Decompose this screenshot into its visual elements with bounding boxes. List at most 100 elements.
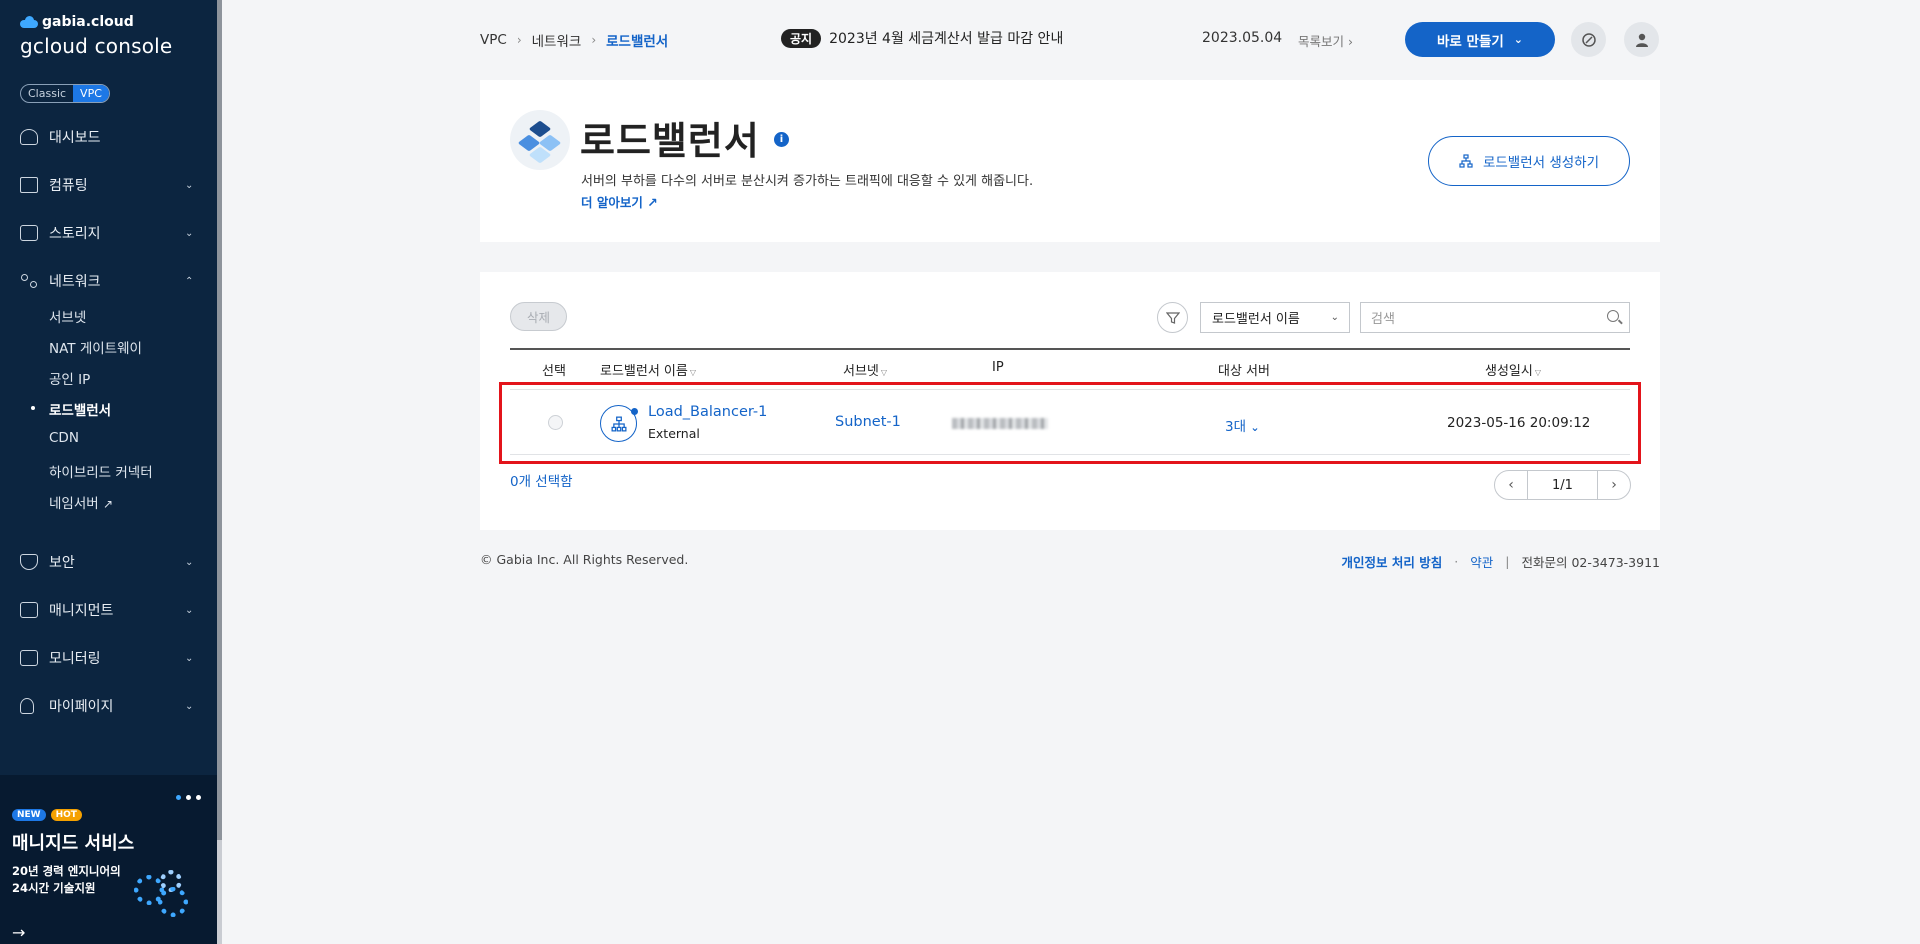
separator-bar: |	[1505, 554, 1510, 569]
env-vpc[interactable]: VPC	[73, 85, 109, 102]
quick-create-button[interactable]: 바로 만들기 ⌄	[1405, 22, 1555, 57]
sidebar-item-dashboard[interactable]: 대시보드	[0, 122, 217, 152]
breadcrumb-network[interactable]: 네트워크	[532, 30, 582, 50]
sidebar-item-label: 보안	[49, 555, 75, 571]
sidebar-item-label: 매니지먼트	[49, 603, 114, 619]
th-targets: 대상 서버	[1218, 364, 1270, 379]
search-field-value: 로드밸런서 이름	[1212, 312, 1300, 327]
copyright: © Gabia Inc. All Rights Reserved.	[480, 552, 689, 567]
notice-date: 2023.05.04	[1202, 30, 1283, 46]
search-icon[interactable]	[1607, 310, 1619, 322]
list-card: 삭제 로드밸런서 이름 ⌄ 검색 선택 로드밸런서 이름 ▽ 서브넷 ▽ IP 대상…	[480, 272, 1660, 530]
carousel-dot[interactable]	[186, 795, 191, 800]
create-load-balancer-button[interactable]: 로드밸런서 생성하기	[1428, 136, 1630, 186]
sidebar-sub-nat-gateway[interactable]: NAT 게이트웨이	[49, 337, 142, 357]
sidebar-sub-cdn[interactable]: CDN	[49, 430, 79, 446]
title-card: 로드밸런서 i 서버의 부하를 다수의 서버로 분산시켜 증가하는 트래픽에 대…	[480, 80, 1660, 242]
env-toggle[interactable]: Classic VPC	[20, 84, 110, 103]
dashboard-icon	[20, 129, 38, 145]
management-icon	[20, 602, 38, 618]
privacy-policy-link[interactable]: 개인정보 처리 방침	[1342, 552, 1443, 571]
shield-icon	[20, 554, 38, 570]
learn-more-link[interactable]: 더 알아보기 ↗	[581, 192, 658, 211]
sidebar-item-label: 마이페이지	[49, 699, 114, 715]
next-page-button[interactable]: ›	[1597, 470, 1631, 500]
brand-small: gabia.cloud	[42, 14, 134, 30]
banner-subtitle: 20년 경력 엔지니어의 24시간 기술지원	[12, 864, 121, 895]
hierarchy-icon	[1459, 154, 1473, 168]
sidebar-item-label: 네임서버	[49, 496, 99, 512]
page-indicator: 1/1	[1528, 470, 1597, 500]
hot-badge: HOT	[50, 809, 82, 821]
sidebar-item-label: 컴퓨팅	[49, 178, 88, 194]
carousel-dots[interactable]	[176, 795, 201, 800]
breadcrumb-current: 로드밸런서	[606, 34, 669, 50]
chevron-down-icon: ⌄	[185, 700, 194, 712]
search-placeholder: 검색	[1371, 312, 1395, 327]
separator-dot: ·	[1454, 554, 1459, 569]
carousel-dot[interactable]	[196, 795, 201, 800]
sidebar-item-label: 대시보드	[49, 130, 101, 146]
new-badge: NEW	[12, 809, 46, 821]
breadcrumb: VPC › 네트워크 › 로드밸런서	[480, 30, 668, 50]
sidebar-item-mypage[interactable]: 마이페이지 ⌄	[0, 691, 217, 721]
chevron-right-icon: ›	[1348, 34, 1353, 49]
search-field-select[interactable]: 로드밸런서 이름 ⌄	[1200, 302, 1350, 333]
load-balancer-cubes-icon	[510, 110, 570, 170]
sidebar-item-monitoring[interactable]: 모니터링 ⌄	[0, 643, 217, 673]
list-view-link[interactable]: 목록보기 ›	[1298, 31, 1353, 50]
breadcrumb-vpc[interactable]: VPC	[480, 32, 507, 48]
notice-text[interactable]: 2023년 4월 세금계산서 발급 마감 안내	[829, 28, 1063, 48]
env-classic[interactable]: Classic	[21, 85, 73, 102]
chevron-up-icon: ⌃	[185, 275, 194, 287]
sidebar-scrollbar[interactable]	[217, 0, 222, 944]
sort-icon: ▽	[689, 368, 697, 377]
th-select: 선택	[542, 364, 566, 379]
sidebar-item-label: 모니터링	[49, 651, 101, 667]
prev-page-button[interactable]: ‹	[1494, 470, 1528, 500]
search-input[interactable]: 검색	[1360, 302, 1630, 333]
sidebar-item-security[interactable]: 보안 ⌄	[0, 547, 217, 577]
logo[interactable]: gabia.cloud gcloud console	[20, 14, 172, 58]
chevron-down-icon: ⌄	[1330, 312, 1339, 323]
sidebar-sub-subnet[interactable]: 서브넷	[49, 306, 86, 326]
th-ip: IP	[992, 360, 1004, 375]
delete-button[interactable]: 삭제	[510, 302, 567, 331]
chevron-down-icon: ⌄	[185, 227, 194, 239]
th-created[interactable]: 생성일시 ▽	[1485, 360, 1541, 379]
sidebar-item-network[interactable]: 네트워크 ⌃	[0, 266, 217, 296]
sidebar-sub-nameserver[interactable]: 네임서버 ↗	[49, 492, 113, 512]
notice[interactable]: 공지 2023년 4월 세금계산서 발급 마감 안내	[781, 28, 1063, 48]
page-description: 서버의 부하를 다수의 서버로 분산시켜 증가하는 트래픽에 대응할 수 있게 …	[581, 174, 1034, 189]
learn-more-label: 더 알아보기	[581, 195, 643, 210]
chat-icon[interactable]	[1571, 22, 1606, 57]
th-name[interactable]: 로드밸런서 이름 ▽	[600, 360, 696, 379]
chevron-down-icon: ⌄	[1513, 33, 1524, 46]
notice-tag: 공지	[781, 28, 822, 48]
terms-link[interactable]: 약관	[1470, 552, 1493, 571]
chevron-down-icon: ⌄	[185, 179, 194, 191]
th-subnet[interactable]: 서브넷 ▽	[843, 360, 887, 379]
filter-icon[interactable]	[1157, 302, 1188, 333]
user-avatar-icon[interactable]	[1624, 22, 1659, 57]
info-icon[interactable]: i	[774, 132, 789, 147]
th-label: 생성일시	[1485, 364, 1533, 379]
scrollbar-thumb[interactable]	[217, 0, 222, 840]
banner-title: 매니지드 서비스	[12, 833, 135, 854]
promo-banner[interactable]: NEW HOT 매니지드 서비스 20년 경력 엔지니어의 24시간 기술지원 …	[0, 775, 217, 944]
th-label: 서브넷	[843, 364, 879, 379]
external-link-icon: ↗	[102, 497, 114, 511]
sidebar-sub-load-balancer[interactable]: 로드밸런서	[49, 399, 111, 419]
sidebar-sub-hybrid-connector[interactable]: 하이브리드 커넥터	[49, 461, 153, 481]
arrow-right-icon[interactable]: →	[12, 923, 25, 942]
sort-icon: ▽	[1534, 368, 1541, 377]
cloud-logo-icon	[20, 16, 38, 28]
sidebar-item-storage[interactable]: 스토리지 ⌄	[0, 218, 217, 248]
sidebar-item-compute[interactable]: 컴퓨팅 ⌄	[0, 170, 217, 200]
chevron-down-icon: ⌄	[185, 652, 194, 664]
storage-icon	[20, 225, 38, 241]
sidebar-sub-public-ip[interactable]: 공인 IP	[49, 368, 90, 388]
sidebar-item-management[interactable]: 매니지먼트 ⌄	[0, 595, 217, 625]
carousel-dot[interactable]	[176, 795, 181, 800]
pagination: ‹ 1/1 ›	[1494, 470, 1631, 500]
